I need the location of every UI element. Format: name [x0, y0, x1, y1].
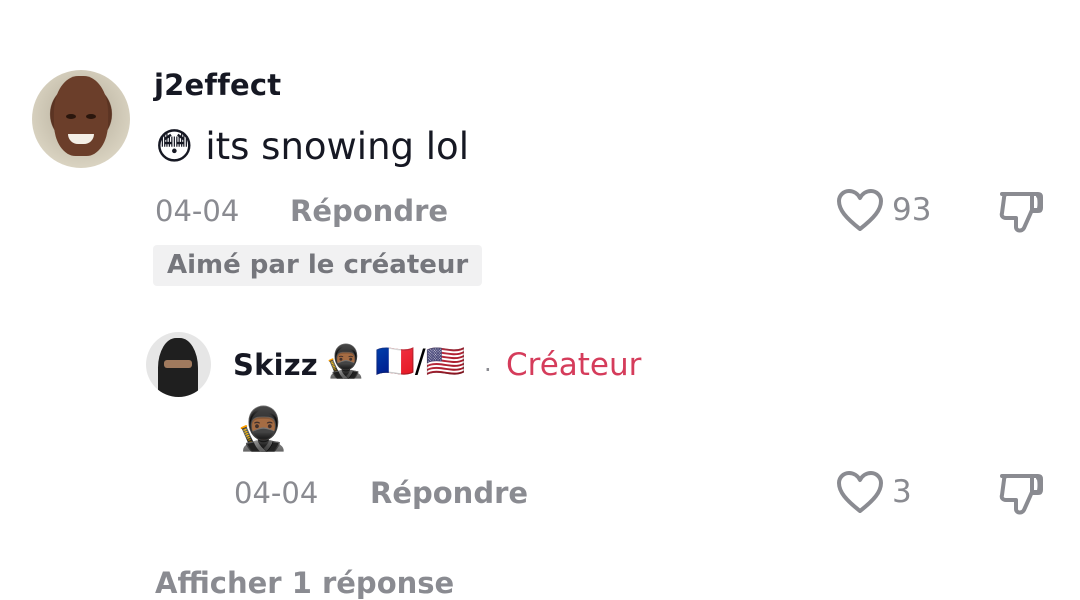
avatar-smile: [68, 134, 94, 144]
reply-avatar[interactable]: [146, 332, 211, 397]
thumbs-down-icon: [999, 474, 1043, 515]
avatar-eyes: [164, 360, 192, 368]
like-count: 93: [892, 192, 932, 228]
view-more-replies[interactable]: Afficher 1 réponse: [155, 566, 454, 600]
reply-button[interactable]: Répondre: [290, 194, 448, 228]
avatar-eye: [86, 114, 96, 119]
comment-text: 😳 its snowing lol: [155, 125, 469, 168]
heart-icon: [837, 189, 883, 231]
avatar-hood: [158, 338, 198, 397]
reply-like-button[interactable]: 3: [836, 470, 912, 514]
reply-dislike-button[interactable]: [998, 472, 1044, 520]
comment-body: its snowing lol: [205, 125, 469, 168]
reply-date: 04-04: [234, 476, 319, 510]
avatar-eye: [66, 114, 76, 119]
avatar[interactable]: [32, 70, 130, 168]
dislike-button[interactable]: [998, 190, 1044, 238]
username-emojis: 🥷🏾 🇫🇷/🇺🇸: [325, 342, 466, 380]
comment-date: 04-04: [155, 194, 240, 228]
reply-username[interactable]: Skizz: [233, 348, 318, 382]
heart-icon: [837, 471, 883, 513]
avatar-face: [54, 76, 108, 156]
separator-dot: ·: [484, 356, 492, 384]
comment-username[interactable]: j2effect: [154, 68, 281, 102]
creator-label: Créateur: [506, 347, 642, 383]
thumbs-down-icon: [999, 192, 1043, 233]
ninja-emoji: 🥷🏾: [236, 404, 289, 453]
liked-by-creator-badge: Aimé par le créateur: [153, 245, 483, 286]
like-button[interactable]: 93: [836, 188, 931, 232]
reply-reply-button[interactable]: Répondre: [370, 476, 528, 510]
flushed-face-emoji: 😳: [155, 125, 194, 168]
reply-like-count: 3: [892, 474, 912, 510]
